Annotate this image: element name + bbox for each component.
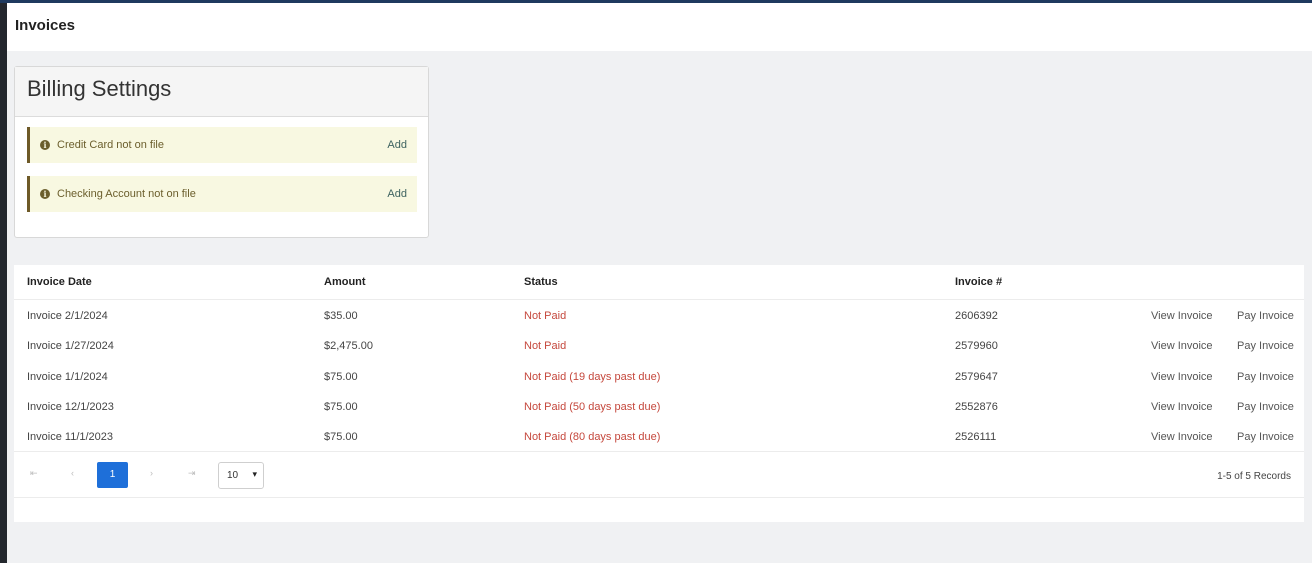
pay-invoice-link[interactable]: Pay Invoice [1237, 431, 1294, 443]
invoice-date: Invoice 11/1/2023 [27, 431, 114, 443]
billing-settings-title: Billing Settings [27, 76, 172, 101]
invoice-amount: $35.00 [324, 310, 358, 322]
records-count: 1-5 of 5 Records [1217, 471, 1291, 482]
table-row: Invoice 11/1/2023 $75.00 Not Paid (80 da… [14, 422, 1304, 452]
table-row: Invoice 2/1/2024 $35.00 Not Paid 2606392… [14, 301, 1304, 331]
invoices-table: Invoice Date Amount Status Invoice # Inv… [14, 265, 1304, 522]
invoice-date: Invoice 12/1/2023 [27, 401, 114, 413]
info-icon: i [40, 189, 50, 199]
column-header-status[interactable]: Status [524, 276, 558, 288]
invoice-status: Not Paid (80 days past due) [524, 431, 661, 443]
pay-invoice-link[interactable]: Pay Invoice [1237, 401, 1294, 413]
invoice-number: 2526111 [955, 431, 997, 443]
column-header-invoice-number[interactable]: Invoice # [955, 276, 1002, 288]
checking-account-alert-text: Checking Account not on file [57, 188, 196, 200]
add-credit-card-link[interactable]: Add [387, 139, 407, 151]
invoice-status: Not Paid [524, 340, 567, 352]
header-divider [14, 299, 1304, 300]
pay-invoice-link[interactable]: Pay Invoice [1237, 310, 1294, 322]
invoice-amount: $75.00 [324, 401, 358, 413]
invoice-amount: $75.00 [324, 371, 358, 383]
previous-page-icon[interactable]: ‹ [71, 468, 74, 478]
view-invoice-link[interactable]: View Invoice [1151, 431, 1213, 443]
invoice-number: 2579960 [955, 340, 998, 352]
invoice-date: Invoice 1/1/2024 [27, 371, 108, 383]
invoice-date: Invoice 2/1/2024 [27, 310, 108, 322]
table-row: Invoice 12/1/2023 $75.00 Not Paid (50 da… [14, 392, 1304, 422]
pagination-divider [14, 451, 1304, 452]
add-checking-account-link[interactable]: Add [387, 188, 407, 200]
credit-card-alert-text: Credit Card not on file [57, 139, 164, 151]
checking-account-alert: i Checking Account not on file Add [27, 176, 417, 212]
invoice-amount: $2,475.00 [324, 340, 373, 352]
page-size-select[interactable]: 10 ▾ [218, 462, 264, 489]
page-size-value: 10 [227, 470, 239, 481]
last-page-icon[interactable]: ⇥ [188, 468, 196, 479]
page-title: Invoices [15, 17, 76, 34]
view-invoice-link[interactable]: View Invoice [1151, 340, 1213, 352]
invoice-number: 2606392 [955, 310, 998, 322]
invoice-status: Not Paid [524, 310, 567, 322]
pay-invoice-link[interactable]: Pay Invoice [1237, 371, 1294, 383]
current-page-button[interactable]: 1 [97, 462, 128, 488]
invoice-amount: $75.00 [324, 431, 358, 443]
invoice-number: 2552876 [955, 401, 998, 413]
view-invoice-link[interactable]: View Invoice [1151, 310, 1213, 322]
next-page-icon[interactable]: › [150, 468, 153, 478]
panel-bottom-divider [14, 497, 1304, 498]
invoice-status: Not Paid (19 days past due) [524, 371, 661, 383]
billing-settings-card: Billing Settings i Credit Card not on fi… [14, 66, 429, 238]
billing-card-header: Billing Settings [15, 67, 428, 117]
invoice-status: Not Paid (50 days past due) [524, 401, 661, 413]
credit-card-alert: i Credit Card not on file Add [27, 127, 417, 163]
invoice-number: 2579647 [955, 371, 998, 383]
column-header-invoice-date[interactable]: Invoice Date [27, 276, 92, 288]
invoice-date: Invoice 1/27/2024 [27, 340, 114, 352]
view-invoice-link[interactable]: View Invoice [1151, 371, 1213, 383]
view-invoice-link[interactable]: View Invoice [1151, 401, 1213, 413]
chevron-down-icon: ▾ [252, 469, 257, 479]
column-header-amount[interactable]: Amount [324, 276, 366, 288]
table-row: Invoice 1/1/2024 $75.00 Not Paid (19 day… [14, 362, 1304, 392]
window-left-edge [0, 0, 7, 563]
pay-invoice-link[interactable]: Pay Invoice [1237, 340, 1294, 352]
page-header: Invoices [7, 3, 1312, 51]
first-page-icon[interactable]: ⇤ [30, 468, 38, 479]
info-icon: i [40, 140, 50, 150]
table-row: Invoice 1/27/2024 $2,475.00 Not Paid 257… [14, 331, 1304, 361]
